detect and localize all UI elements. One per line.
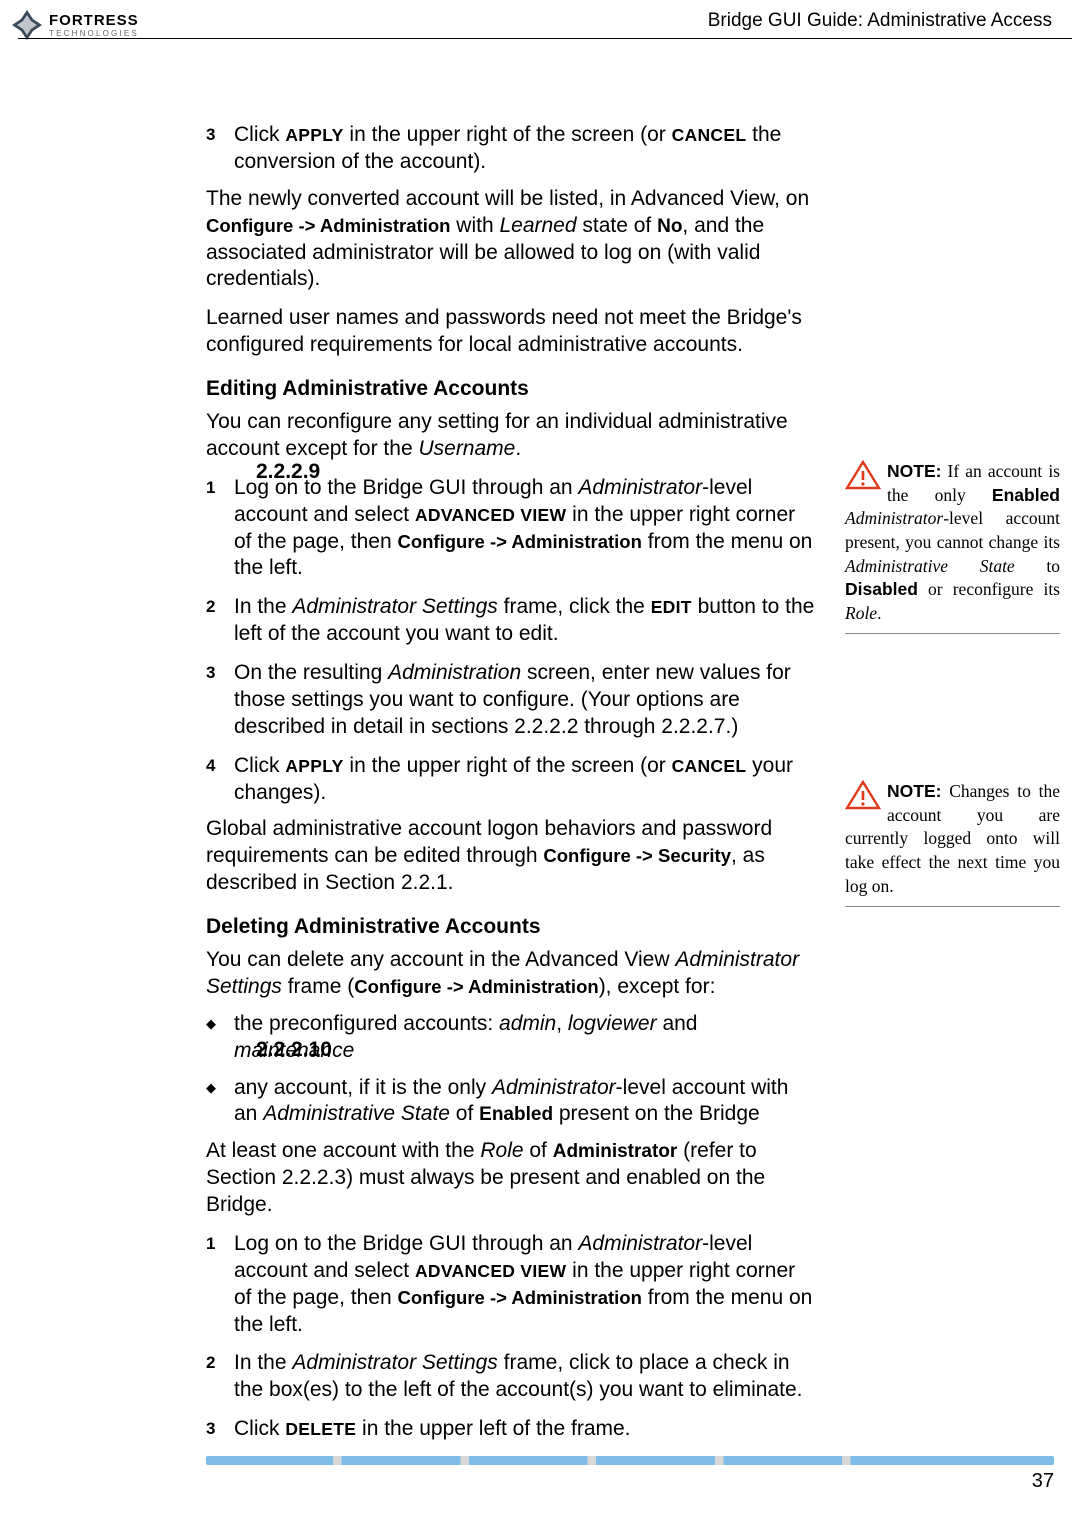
sidebar-note-2: NOTE: Changes to the account you are cur…: [845, 780, 1060, 916]
header-text: Bridge GUI Guide: Administrative Access: [708, 10, 1072, 31]
footer-decoration: [206, 1456, 1054, 1465]
running-header: Bridge GUI Guide: Administrative Access: [18, 10, 1072, 39]
step-body: In the Administrator Settings frame, cli…: [234, 594, 816, 648]
step-number: 3: [206, 660, 234, 741]
step-number: 3: [206, 122, 234, 176]
sidebar-note-1: NOTE: If an account is the only Enabled …: [845, 460, 1060, 643]
bullet-icon: ◆: [206, 1075, 234, 1129]
step-number: 1: [206, 475, 234, 583]
paragraph: Learned user names and passwords need no…: [206, 305, 816, 359]
step-body: Click APPLY in the upper right of the sc…: [234, 753, 816, 807]
step-2: 2 In the Administrator Settings frame, c…: [206, 1350, 816, 1404]
step-number: 1: [206, 1231, 234, 1339]
step-number: 4: [206, 753, 234, 807]
step-body: Click APPLY in the upper right of the sc…: [234, 122, 816, 176]
section-number-2210: 2.2.2.10: [256, 1038, 332, 1062]
step-2: 2 In the Administrator Settings frame, c…: [206, 594, 816, 648]
bullet-icon: ◆: [206, 1011, 234, 1065]
paragraph: At least one account with the Role of Ad…: [206, 1138, 816, 1219]
bullet-body: any account, if it is the only Administr…: [234, 1075, 816, 1129]
step-number: 2: [206, 1350, 234, 1404]
step-1: 1 Log on to the Bridge GUI through an Ad…: [206, 475, 816, 583]
step-3: 3 Click DELETE in the upper left of the …: [206, 1416, 816, 1443]
note-icon: [845, 780, 881, 810]
step-body: Log on to the Bridge GUI through an Admi…: [234, 1231, 816, 1339]
step-body: On the resulting Administration screen, …: [234, 660, 816, 741]
step-body: Log on to the Bridge GUI through an Admi…: [234, 475, 816, 583]
paragraph: You can delete any account in the Advanc…: [206, 947, 816, 1001]
section-number-229: 2.2.2.9: [256, 460, 320, 484]
step-body: In the Administrator Settings frame, cli…: [234, 1350, 816, 1404]
step-1: 1 Log on to the Bridge GUI through an Ad…: [206, 1231, 816, 1339]
step-body: Click DELETE in the upper left of the fr…: [234, 1416, 816, 1443]
step-4: 4 Click APPLY in the upper right of the …: [206, 753, 816, 807]
paragraph: Global administrative account logon beha…: [206, 816, 816, 897]
step-3: 3 On the resulting Administration screen…: [206, 660, 816, 741]
section-heading-229: Editing Administrative Accounts: [206, 377, 816, 401]
step-3-top: 3 Click APPLY in the upper right of the …: [206, 122, 816, 176]
step-number: 3: [206, 1416, 234, 1443]
section-heading-2210: Deleting Administrative Accounts: [206, 915, 816, 939]
main-content: 3 Click APPLY in the upper right of the …: [206, 110, 816, 1443]
bullet-item: ◆ any account, if it is the only Adminis…: [206, 1075, 816, 1129]
paragraph: You can reconfigure any setting for an i…: [206, 409, 816, 463]
paragraph: The newly converted account will be list…: [206, 186, 816, 294]
step-number: 2: [206, 594, 234, 648]
note-icon: [845, 460, 881, 490]
page-number: 37: [1032, 1470, 1054, 1493]
